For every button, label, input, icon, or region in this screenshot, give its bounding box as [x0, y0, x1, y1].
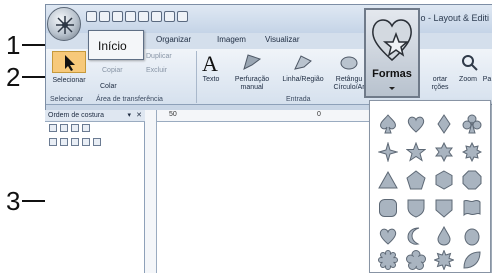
- zoom-icon[interactable]: [462, 55, 478, 76]
- panel-tool-icon[interactable]: [82, 124, 90, 132]
- diamond-icon[interactable]: [434, 114, 454, 134]
- shield-icon[interactable]: [406, 198, 426, 218]
- six-point-star-icon[interactable]: [434, 142, 454, 162]
- hexagon-icon[interactable]: [434, 170, 454, 190]
- design-canvas[interactable]: [157, 122, 372, 273]
- pan-label[interactable]: Pa: [482, 76, 492, 84]
- select-button-label[interactable]: Selecionar: [48, 77, 90, 85]
- callout-number-3: 3: [6, 186, 21, 216]
- app-logo-icon: [56, 16, 74, 34]
- heart-star-icon: [372, 19, 412, 61]
- title-bar: lo - Layout & Editi: [46, 5, 492, 33]
- callout-number-1: 1: [6, 30, 21, 60]
- panel-header: Ordem de costura ▾ ✕: [45, 110, 145, 122]
- rounded-octagon-icon[interactable]: [378, 198, 398, 218]
- sewing-order-panel: Ordem de costura ▾ ✕: [45, 110, 145, 273]
- new-file-icon[interactable]: [86, 11, 97, 22]
- eight-point-star-icon[interactable]: [462, 142, 482, 162]
- application-menu-button[interactable]: [47, 7, 81, 41]
- callout-number-2: 2: [6, 62, 21, 92]
- leaf-icon[interactable]: [462, 250, 482, 270]
- sunburst-icon[interactable]: [434, 250, 454, 270]
- app-title: lo - Layout & Editi: [418, 13, 489, 23]
- pentagon-icon[interactable]: [406, 170, 426, 190]
- ruler-tick-label: 0: [317, 111, 321, 118]
- club-icon[interactable]: [462, 114, 482, 134]
- group-label-entrada: Entrada: [286, 96, 311, 103]
- panel-tool-icon[interactable]: [93, 138, 101, 146]
- text-button-label[interactable]: Texto: [198, 76, 224, 84]
- customize-icon[interactable]: [177, 11, 188, 22]
- panel-toolbar-2: [45, 136, 145, 148]
- panel-tool-icon[interactable]: [49, 138, 57, 146]
- panel-toolbar-1: [45, 122, 145, 134]
- heart-icon[interactable]: [406, 114, 426, 134]
- import-designs-label[interactable]: ortar rções: [426, 76, 454, 92]
- flag-icon[interactable]: [462, 198, 482, 218]
- delete-button[interactable]: Excluir: [146, 67, 167, 74]
- vertical-ruler: [145, 110, 157, 273]
- tab-imagem[interactable]: Imagem: [217, 35, 246, 44]
- line-region-icon[interactable]: [292, 53, 314, 71]
- panel-close-icon[interactable]: ✕: [136, 110, 142, 122]
- rectangle-circle-label[interactable]: Retângu Círculo/Ar: [332, 76, 366, 92]
- tab-inicio[interactable]: Início: [88, 30, 144, 60]
- shapes-button-label: Formas: [372, 68, 412, 80]
- rectangle-circle-icon[interactable]: [340, 55, 358, 71]
- group-label-selecionar: Selecionar: [50, 96, 84, 103]
- ruler-tick-label: 50: [169, 111, 177, 118]
- panel-tool-icon[interactable]: [71, 124, 79, 132]
- tab-organizar[interactable]: Organizar: [156, 35, 191, 44]
- redo-icon[interactable]: [164, 11, 175, 22]
- undo-icon[interactable]: [151, 11, 162, 22]
- horizontal-ruler: 50 0: [157, 110, 372, 122]
- duplicate-button[interactable]: Duplicar: [146, 53, 172, 60]
- drop-icon[interactable]: [434, 226, 454, 246]
- paste-button[interactable]: Colar: [100, 83, 117, 90]
- flower-icon[interactable]: [406, 250, 426, 270]
- crescent-icon[interactable]: [406, 226, 426, 246]
- badge-icon[interactable]: [434, 198, 454, 218]
- dropdown-arrow-icon: [389, 87, 395, 90]
- scalloped-circle-icon[interactable]: [378, 250, 398, 270]
- quick-access-toolbar: [86, 11, 188, 22]
- egg-icon[interactable]: [462, 226, 482, 246]
- ribbon-separator: [196, 51, 197, 103]
- shapes-button[interactable]: Formas: [364, 8, 420, 98]
- heart-outline-icon[interactable]: [378, 226, 398, 246]
- tab-inicio-label: Início: [98, 39, 127, 53]
- spade-icon[interactable]: [378, 114, 398, 134]
- panel-pin-icon[interactable]: ▾: [127, 110, 131, 122]
- save-icon[interactable]: [125, 11, 136, 22]
- panel-tool-icon[interactable]: [60, 124, 68, 132]
- copy-button[interactable]: Copiar: [102, 67, 123, 74]
- line-region-label[interactable]: Linha/Região: [276, 76, 330, 84]
- octagon-icon[interactable]: [462, 170, 482, 190]
- four-point-star-icon[interactable]: [378, 142, 398, 162]
- panel-title: Ordem de costura: [48, 112, 105, 119]
- print-icon[interactable]: [112, 11, 123, 22]
- group-label-transferencia: Área de transferência: [96, 96, 163, 103]
- panel-tool-icon[interactable]: [49, 124, 57, 132]
- manual-punch-label[interactable]: Perfuração manual: [228, 76, 276, 92]
- five-point-star-icon[interactable]: [406, 142, 426, 162]
- triangle-icon[interactable]: [378, 170, 398, 190]
- panel-tool-icon[interactable]: [82, 138, 90, 146]
- open-file-icon[interactable]: [99, 11, 110, 22]
- manual-punch-icon[interactable]: [242, 53, 264, 71]
- panel-tool-icon[interactable]: [71, 138, 79, 146]
- select-arrow-icon[interactable]: [52, 51, 86, 73]
- tab-visualizar[interactable]: Visualizar: [265, 35, 300, 44]
- shapes-dropdown: [369, 100, 491, 273]
- zoom-label[interactable]: Zoom: [456, 76, 480, 84]
- text-tool-icon[interactable]: A: [202, 51, 218, 77]
- panel-tool-icon[interactable]: [60, 138, 68, 146]
- record-icon[interactable]: [138, 11, 149, 22]
